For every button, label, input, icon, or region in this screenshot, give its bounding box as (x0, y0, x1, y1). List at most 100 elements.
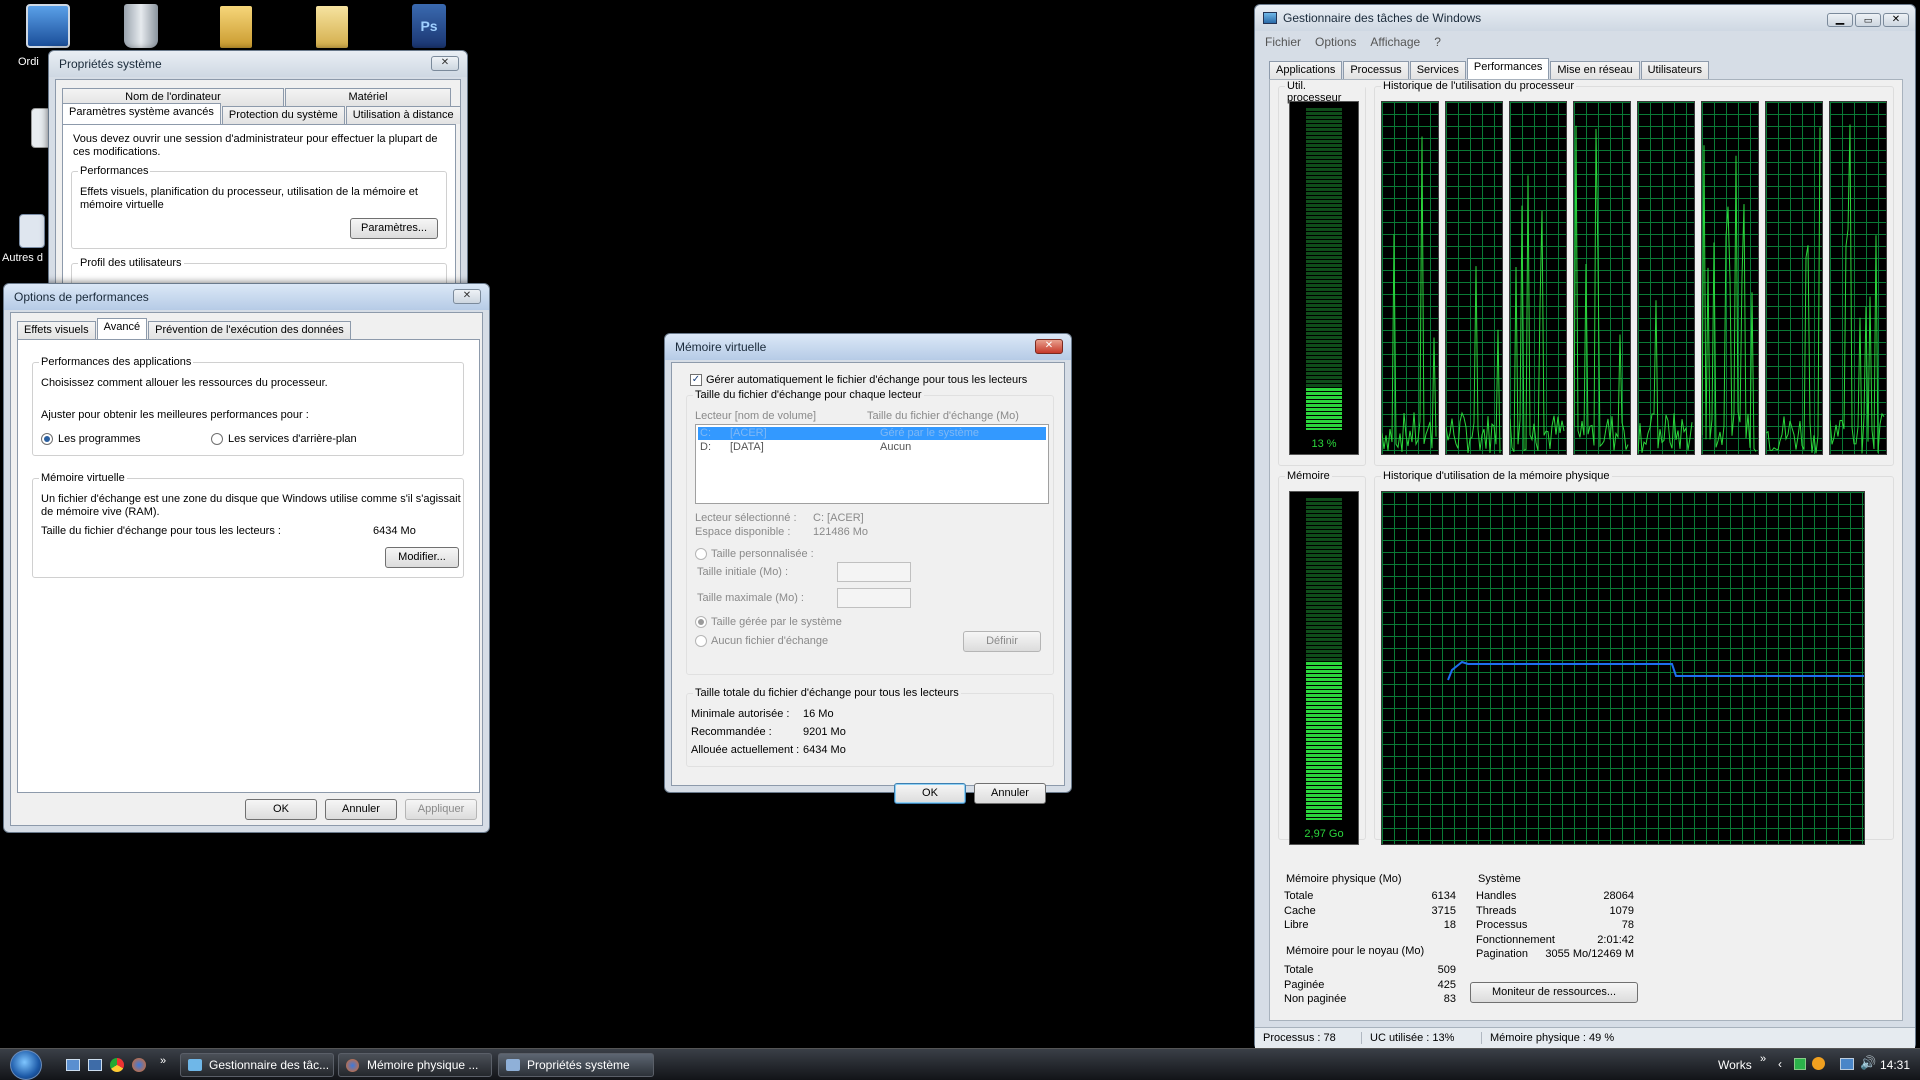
title-bar[interactable]: Mémoire virtuelle (665, 334, 1071, 360)
initial-size-input[interactable] (837, 562, 911, 582)
start-button[interactable] (10, 1050, 42, 1080)
apply-button[interactable]: Appliquer (405, 799, 477, 820)
task-manager-icon (1263, 12, 1277, 24)
status-processes: Processus : 78 (1263, 1032, 1336, 1044)
cancel-button[interactable]: Annuler (325, 799, 397, 820)
cpu-core-graph (1445, 101, 1503, 455)
group-title: Performances (78, 165, 151, 177)
physical-memory-value: 3715 (1431, 904, 1456, 917)
cpu-history-graphs (1381, 101, 1889, 457)
tab-users[interactable]: Utilisateurs (1640, 61, 1709, 79)
clock[interactable]: 14:31 (1880, 1058, 1910, 1072)
tab-advanced[interactable]: Avancé (96, 318, 148, 339)
menu-options[interactable]: Options (1315, 35, 1356, 49)
radio-no-paging-file[interactable] (695, 635, 707, 647)
tab-performance[interactable]: Performances (1466, 58, 1550, 79)
settings-button[interactable]: Paramètres... (350, 218, 438, 239)
tab-advanced[interactable]: Paramètres système avancés (62, 103, 221, 124)
menu-help[interactable]: ? (1434, 35, 1441, 49)
taskbar-button-task-manager[interactable]: Gestionnaire des tâc... (180, 1053, 334, 1077)
max-size-input[interactable] (837, 588, 911, 608)
resource-monitor-button[interactable]: Moniteur de ressources... (1470, 982, 1638, 1003)
tab-hardware[interactable]: Matériel (285, 88, 451, 106)
more-quicklaunch-icon[interactable]: » (160, 1055, 166, 1067)
toolbar-label[interactable]: Works (1718, 1058, 1752, 1072)
radio-system-managed[interactable] (695, 616, 707, 628)
cpu-core-trace (1510, 175, 1565, 453)
tab-processes[interactable]: Processus (1343, 61, 1409, 79)
kernel-memory-rows: Totale 509 Paginée 425 Non paginée 83 (1284, 964, 1456, 1008)
network-icon[interactable] (1840, 1058, 1854, 1070)
system-row: Threads 1079 (1476, 905, 1634, 920)
cpu-meter-fill (1306, 388, 1342, 430)
folder-icon[interactable] (316, 6, 348, 48)
maximize-button[interactable]: ▭ (1855, 13, 1881, 27)
dialog-body: ✓ Gérer automatiquement le fichier d'éch… (671, 362, 1065, 804)
tab-remote[interactable]: Utilisation à distance (345, 106, 461, 124)
tab-applications[interactable]: Applications (1269, 61, 1343, 79)
task-manager-window: Gestionnaire des tâches de Windows ▁ ▭ ✕… (1254, 4, 1916, 1050)
ok-button[interactable]: OK (245, 799, 317, 820)
recycle-bin-icon[interactable] (124, 4, 158, 48)
firefox-icon[interactable] (132, 1058, 146, 1072)
cpu-usage-value: 13 % (1311, 438, 1337, 450)
switch-windows-icon[interactable] (88, 1059, 102, 1071)
physical-memory-group: Mémoire physique (Mo) Totale 6134 Cache 371… (1278, 873, 1462, 940)
photoshop-icon[interactable]: Ps (412, 4, 446, 48)
system-label: Fonctionnement (1476, 933, 1555, 946)
auto-manage-checkbox[interactable]: ✓ (690, 374, 702, 386)
system-properties-icon (506, 1059, 520, 1071)
system-row: Handles 28064 (1476, 890, 1634, 905)
radio-programs[interactable] (41, 433, 53, 445)
memory-meter: 2,97 Go (1289, 491, 1359, 845)
volume-icon[interactable]: 🔊 (1860, 1055, 1876, 1071)
cpu-core-graph (1765, 101, 1823, 455)
memory-history-line (1447, 660, 1864, 681)
recommended-value: 9201 Mo (803, 726, 846, 738)
tab-dep[interactable]: Prévention de l'exécution des données (148, 321, 351, 339)
system-value: 28064 (1603, 890, 1634, 902)
system-rows: Handles 28064 Threads 1079 Processus 78 Foncti… (1476, 890, 1634, 963)
cancel-button[interactable]: Annuler (974, 783, 1046, 804)
drive-row[interactable]: D: [DATA] Aucun (698, 441, 1046, 454)
taskbar-button-firefox[interactable]: Mémoire physique ... (338, 1053, 492, 1077)
drive-row-selected[interactable]: C: [ACER] Géré par le système (698, 427, 1046, 440)
folder-icon[interactable] (220, 6, 252, 48)
tray-update-icon[interactable] (1812, 1057, 1825, 1070)
modify-button[interactable]: Modifier... (385, 547, 459, 568)
tab-networking[interactable]: Mise en réseau (1550, 61, 1640, 79)
set-button[interactable]: Définir (963, 631, 1041, 652)
tray-app-icon[interactable] (1794, 1058, 1806, 1070)
admin-note: Vous devez ouvrir une session d'administ… (73, 133, 438, 158)
status-bar: Processus : 78 UC utilisée : 13% Mémoire… (1255, 1027, 1915, 1049)
cpu-core-line (1638, 300, 1693, 453)
tab-visual-effects[interactable]: Effets visuels (17, 321, 96, 339)
computer-icon (26, 4, 70, 48)
close-button[interactable]: ✕ (1883, 13, 1909, 27)
close-button[interactable]: ✕ (431, 56, 459, 71)
tray-expand-icon[interactable]: ‹ (1778, 1057, 1782, 1071)
system-value: 3055 Mo/12469 M (1545, 948, 1634, 960)
toolbar-chevron-icon[interactable]: » (1760, 1053, 1766, 1065)
radio-background-services[interactable] (211, 433, 223, 445)
minimize-button[interactable]: ▁ (1827, 13, 1853, 27)
menu-file[interactable]: Fichier (1265, 35, 1301, 49)
window-title: Propriétés système (59, 57, 162, 71)
close-button[interactable]: ✕ (1035, 339, 1063, 354)
chrome-icon[interactable] (110, 1058, 124, 1072)
close-button[interactable]: ✕ (453, 289, 481, 304)
group-title: Historique d'utilisation de la mémoire p… (1381, 470, 1612, 482)
title-bar[interactable]: Propriétés système (49, 51, 467, 77)
drive-list[interactable]: C: [ACER] Géré par le système D: [DATA] … (695, 424, 1049, 504)
taskbar-button-system-properties[interactable]: Propriétés système (498, 1053, 654, 1077)
title-bar[interactable]: Options de performances (4, 284, 489, 310)
menu-view[interactable]: Affichage (1370, 35, 1420, 49)
tab-services[interactable]: Services (1409, 61, 1466, 79)
physical-memory-value: 18 (1443, 919, 1456, 931)
tab-system-protection[interactable]: Protection du système (221, 106, 345, 124)
kernel-memory-value: 425 (1437, 978, 1456, 991)
radio-custom-size[interactable] (695, 548, 707, 560)
ok-button[interactable]: OK (894, 783, 966, 804)
title-bar[interactable]: Gestionnaire des tâches de Windows (1255, 5, 1915, 31)
show-desktop-icon[interactable] (66, 1059, 80, 1071)
